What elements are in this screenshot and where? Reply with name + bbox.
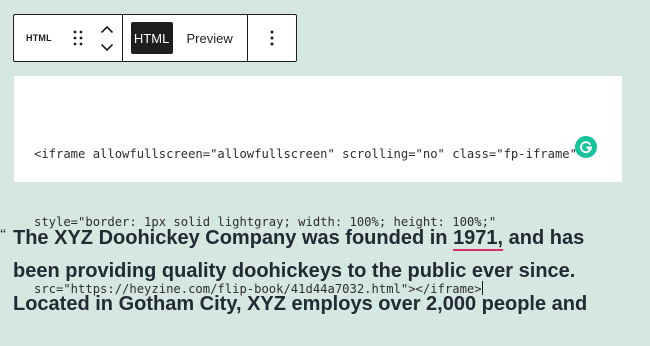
block-controls-group: HTML xyxy=(14,15,123,61)
html-mode-button[interactable]: HTML xyxy=(130,22,173,54)
paragraph-line: Located in Gotham City, XYZ employs over… xyxy=(13,293,588,315)
paragraph-line: been providing quality doohickeys to the… xyxy=(13,260,576,282)
chevron-up-icon xyxy=(100,25,114,33)
move-up-button[interactable] xyxy=(96,22,118,36)
move-down-button[interactable] xyxy=(96,40,118,54)
more-vertical-icon xyxy=(270,30,274,46)
spelling-flag[interactable]: 1971, xyxy=(453,227,503,249)
chevron-down-icon xyxy=(100,43,114,51)
paragraph-block[interactable]: The XYZ Doohickey Company was founded in… xyxy=(13,222,633,321)
grammarly-icon[interactable] xyxy=(575,136,597,158)
paragraph-text: The XYZ Doohickey Company was founded in xyxy=(13,227,454,249)
html-block-icon[interactable]: HTML xyxy=(26,33,52,43)
mode-switcher: HTML Preview xyxy=(123,15,249,61)
block-toolbar: HTML HTML Preview xyxy=(13,14,297,62)
paragraph-text: and has xyxy=(503,227,585,249)
html-code-editor[interactable]: <iframe allowfullscreen="allowfullscreen… xyxy=(14,76,622,296)
quote-mark: “ xyxy=(0,227,7,242)
block-movers xyxy=(96,22,118,54)
code-line: <iframe allowfullscreen="allowfullscreen… xyxy=(34,147,577,161)
drag-handle-icon[interactable] xyxy=(66,26,90,50)
options-group xyxy=(248,15,296,61)
preview-mode-button[interactable]: Preview xyxy=(179,22,241,54)
paragraph-line: The XYZ Doohickey Company was founded in… xyxy=(13,222,633,255)
more-options-button[interactable] xyxy=(260,22,284,54)
